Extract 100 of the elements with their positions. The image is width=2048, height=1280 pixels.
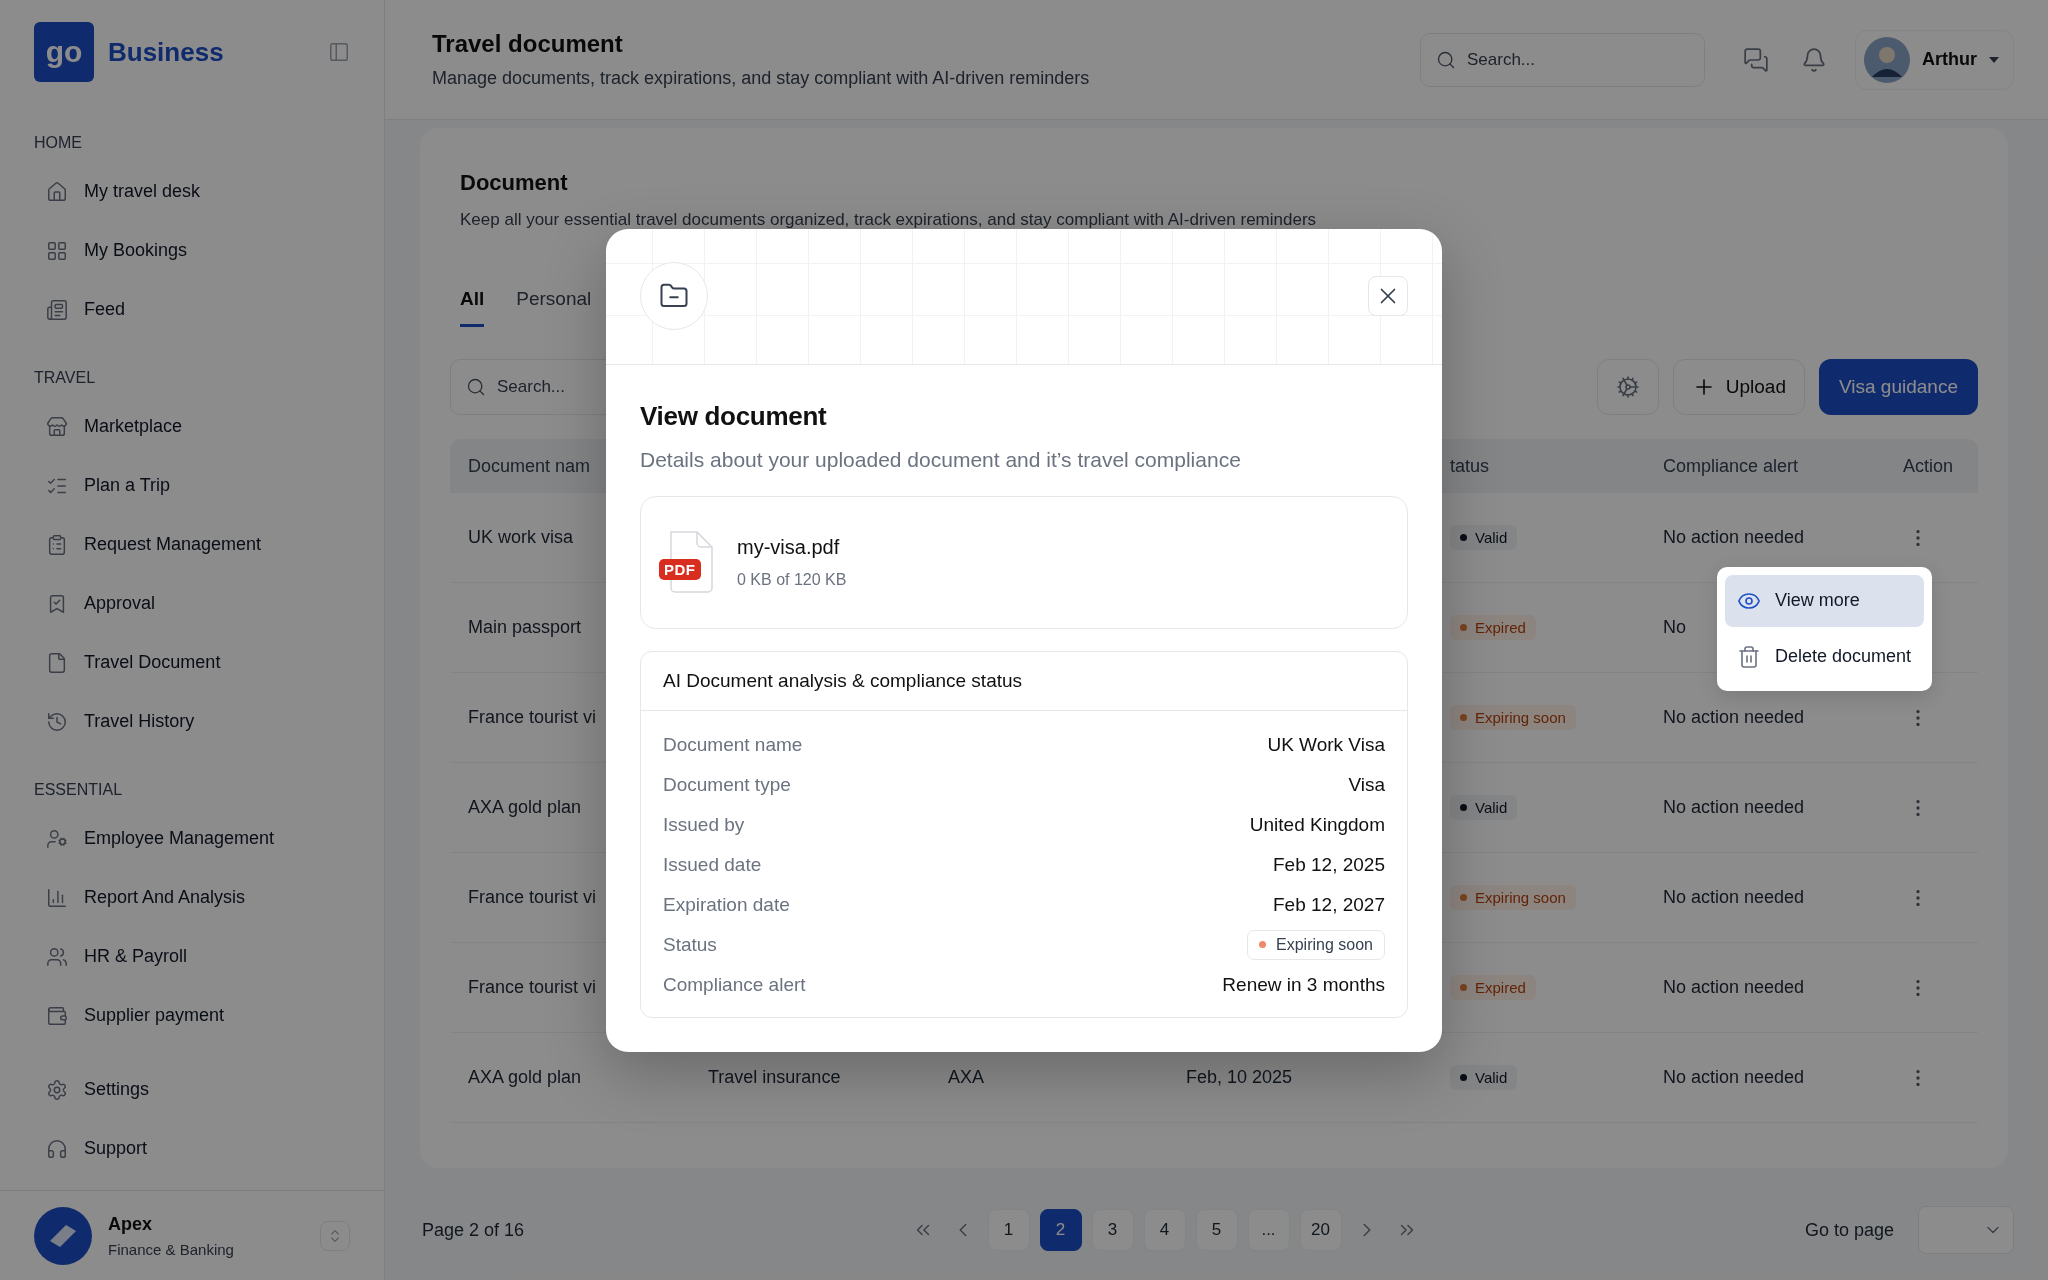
detail-label: Expiration date [663, 893, 790, 916]
page-button[interactable]: 2 [1039, 1209, 1082, 1251]
nav-item[interactable]: Plan a Trip [34, 456, 350, 515]
analysis-title: AI Document analysis & compliance status [641, 651, 1407, 711]
card-title: Document [459, 170, 569, 196]
column-header: Document nam [468, 455, 591, 477]
page-button[interactable]: 20 [1299, 1209, 1342, 1251]
table-cell: No action needed [1663, 707, 1805, 728]
visa-guidance-button[interactable]: Visa guidance [1818, 359, 1978, 415]
menu-item[interactable]: Delete document [1725, 630, 1924, 683]
status-badge: Valid [1450, 525, 1518, 550]
detail-label: Issued by [663, 813, 745, 836]
users-icon [46, 945, 68, 968]
status-badge: Expired [1450, 615, 1536, 640]
status-badge: Expiring soon [1450, 885, 1576, 910]
detail-label: Status [663, 933, 717, 956]
table-cell: No action needed [1663, 527, 1805, 548]
table-cell: France tourist vi [468, 707, 597, 728]
menu-item[interactable]: View more [1725, 574, 1924, 627]
card-description: Keep all your essential travel documents organized, track expirations, and stay compliant with AI-driven reminders [459, 210, 1318, 230]
search-icon [1436, 49, 1456, 70]
go-to-page-label: Go to page [1804, 1219, 1894, 1241]
nav-item[interactable]: Feed [34, 280, 350, 339]
sidebar-toggle-icon [328, 41, 350, 63]
nav-item[interactable]: Support [34, 1119, 350, 1178]
account-name: Apex [108, 1213, 153, 1235]
page-button[interactable]: 1 [987, 1209, 1030, 1251]
headphones-icon [46, 1137, 68, 1160]
detail-value: United Kingdom [1249, 813, 1385, 836]
nav-item[interactable]: My Bookings [34, 221, 350, 280]
table-cell: No action needed [1663, 1067, 1805, 1088]
nav-item[interactable]: Settings [34, 1060, 350, 1119]
chat-icon[interactable] [1743, 46, 1769, 73]
detail-label: Document name [663, 733, 803, 756]
nav-item[interactable]: Request Management [34, 515, 350, 574]
wallet-icon [46, 1004, 68, 1027]
section-title: HOME [34, 134, 83, 152]
search-field[interactable]: Search... [1420, 32, 1705, 87]
newspaper-icon [46, 298, 68, 321]
history-icon [46, 710, 68, 733]
account-subtitle: Finance & Banking [108, 1240, 235, 1258]
bell-icon[interactable] [1801, 46, 1827, 73]
settings-button[interactable] [1596, 359, 1659, 415]
table-cell: AXA gold plan [468, 797, 582, 818]
nav-item[interactable]: Employee Management [34, 809, 350, 868]
table-cell: No action needed [1663, 887, 1805, 908]
page-button[interactable]: 4 [1143, 1209, 1186, 1251]
status-badge: Expiring soon [1247, 929, 1385, 960]
dialog-subtitle: Details about your uploaded document and it’s travel compliance [640, 447, 1242, 472]
page-subtitle: Manage documents, track expirations, and stay compliant with AI-driven reminders [432, 68, 1091, 89]
page-button[interactable]: 5 [1195, 1209, 1238, 1251]
column-header: Action [1903, 455, 1954, 477]
nav-item[interactable]: HR & Payroll [34, 927, 350, 986]
section-title: ESSENTIAL [34, 781, 124, 799]
grid-icon [46, 239, 68, 262]
detail-value: Feb 12, 2025 [1273, 853, 1385, 876]
detail-value: Renew in 3 months [1222, 973, 1385, 996]
nav-item[interactable]: Travel History [34, 692, 350, 751]
logo-mark: go [34, 22, 94, 82]
tab[interactable]: Personal [516, 288, 592, 327]
status-badge: Valid [1450, 1065, 1518, 1090]
nav-item[interactable]: Approval [34, 574, 350, 633]
account-switch-button[interactable] [320, 1220, 350, 1251]
file-size: 0 KB of 120 KB [737, 570, 847, 589]
settings-icon [46, 1078, 68, 1101]
detail-value: Feb 12, 2027 [1273, 893, 1385, 916]
dialog-title: View document [640, 400, 828, 432]
clipboard-icon [46, 533, 68, 556]
page-button[interactable]: 3 [1091, 1209, 1134, 1251]
nav-item[interactable]: Marketplace [34, 397, 350, 456]
search-icon [466, 377, 486, 397]
nav-item[interactable]: Supplier payment [34, 986, 350, 1045]
column-header: tatus [1450, 455, 1490, 477]
file-icon [46, 651, 68, 674]
table-cell: AXA gold plan [468, 1067, 582, 1088]
nav-item[interactable]: Report And Analysis [34, 868, 350, 927]
page-button[interactable]: ... [1247, 1209, 1290, 1251]
tab[interactable]: All [460, 288, 485, 327]
table-cell: France tourist vi [468, 887, 597, 908]
nav-item[interactable]: My travel desk [34, 162, 350, 221]
store-icon [46, 415, 68, 438]
column-header: Compliance alert [1663, 455, 1799, 477]
avatar-icon [1864, 36, 1910, 83]
upload-button[interactable]: Upload [1672, 359, 1805, 415]
bar-chart-icon [46, 886, 68, 909]
user-menu-button[interactable]: Arthur [1855, 29, 2014, 90]
gear-icon [1615, 375, 1640, 399]
detail-label: Issued date [663, 853, 762, 876]
table-cell: France tourist vi [468, 977, 597, 998]
detail-value: Visa [1348, 773, 1385, 796]
table-cell: Main passport [468, 617, 582, 638]
nav-item[interactable]: Travel Document [34, 633, 350, 692]
status-badge: Valid [1450, 795, 1518, 820]
close-button[interactable] [1368, 276, 1408, 316]
detail-value: UK Work Visa [1267, 733, 1385, 756]
status-badge: Expired [1450, 975, 1536, 1000]
user-gear-icon [46, 827, 68, 850]
table-cell: UK work visa [468, 527, 574, 548]
detail-label: Compliance alert [663, 973, 806, 996]
section-title: TRAVEL [34, 369, 97, 387]
